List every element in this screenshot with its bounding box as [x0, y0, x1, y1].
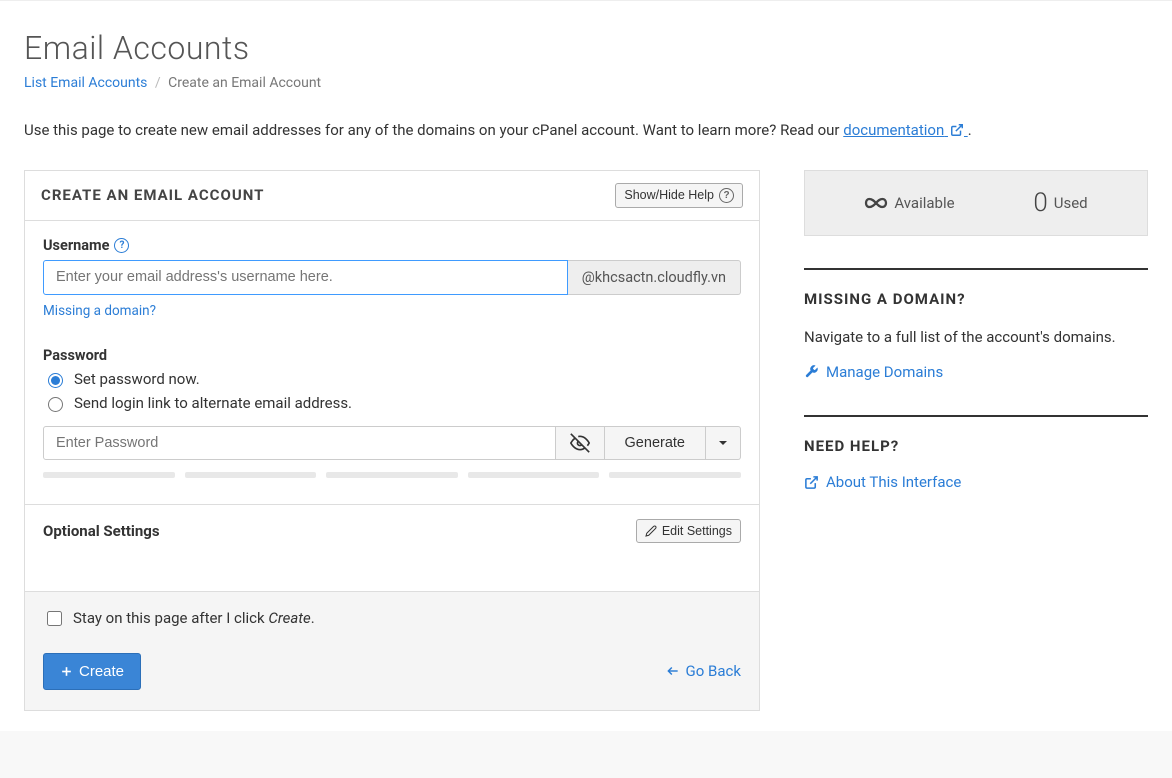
stay-on-page-checkbox-row[interactable]: Stay on this page after I click Create. [43, 608, 741, 629]
password-label: Password [43, 347, 107, 364]
pencil-icon [645, 525, 657, 537]
go-back-link[interactable]: Go Back [666, 662, 741, 680]
caret-down-icon [718, 438, 728, 448]
panel-title: CREATE AN EMAIL ACCOUNT [41, 186, 264, 204]
missing-domain-link[interactable]: Missing a domain? [43, 303, 156, 319]
intro-text: Use this page to create new email addres… [24, 119, 1148, 142]
infinity-icon [864, 191, 888, 215]
arrow-left-icon [666, 664, 680, 678]
breadcrumb-current: Create an Email Account [168, 75, 321, 91]
password-option-link[interactable]: Send login link to alternate email addre… [43, 394, 741, 412]
missing-domain-title: MISSING A DOMAIN? [804, 290, 1148, 308]
breadcrumb-separator: / [155, 75, 161, 91]
need-help-title: NEED HELP? [804, 437, 1148, 455]
create-email-panel: CREATE AN EMAIL ACCOUNT Show/Hide Help ?… [24, 170, 760, 711]
help-icon[interactable]: ? [114, 238, 129, 253]
password-strength-meter [43, 472, 741, 478]
plus-icon [60, 665, 73, 678]
used-count: 0 [1033, 188, 1047, 218]
stats-box: Available 0 Used [804, 170, 1148, 236]
page-title: Email Accounts [24, 29, 1148, 67]
eye-off-icon [570, 433, 590, 453]
breadcrumb: List Email Accounts / Create an Email Ac… [24, 75, 1148, 91]
generate-dropdown-button[interactable] [706, 426, 741, 460]
external-link-icon [950, 123, 964, 137]
missing-domain-text: Navigate to a full list of the account's… [804, 326, 1148, 349]
wrench-icon [804, 364, 819, 379]
show-hide-help-button[interactable]: Show/Hide Help ? [615, 183, 743, 208]
password-option-now[interactable]: Set password now. [43, 370, 741, 388]
toggle-visibility-button[interactable] [556, 426, 605, 460]
help-icon: ? [719, 188, 734, 203]
generate-password-button[interactable]: Generate [605, 426, 706, 460]
optional-settings-header: Optional Settings Edit Settings [25, 504, 759, 557]
manage-domains-link[interactable]: Manage Domains [804, 363, 943, 381]
edit-settings-button[interactable]: Edit Settings [636, 519, 741, 543]
stay-on-page-checkbox[interactable] [47, 611, 62, 626]
about-interface-link[interactable]: About This Interface [804, 473, 961, 491]
radio-send-link[interactable] [48, 397, 63, 412]
external-link-icon [804, 475, 819, 490]
documentation-link[interactable]: documentation [843, 121, 967, 139]
domain-addon: @khcsactn.cloudfly.vn [568, 260, 741, 295]
username-label: Username ? [43, 237, 129, 254]
radio-set-now[interactable] [48, 373, 63, 388]
breadcrumb-list-link[interactable]: List Email Accounts [24, 75, 147, 91]
username-input[interactable] [43, 260, 568, 295]
create-button[interactable]: Create [43, 653, 141, 690]
password-input[interactable] [43, 426, 556, 460]
